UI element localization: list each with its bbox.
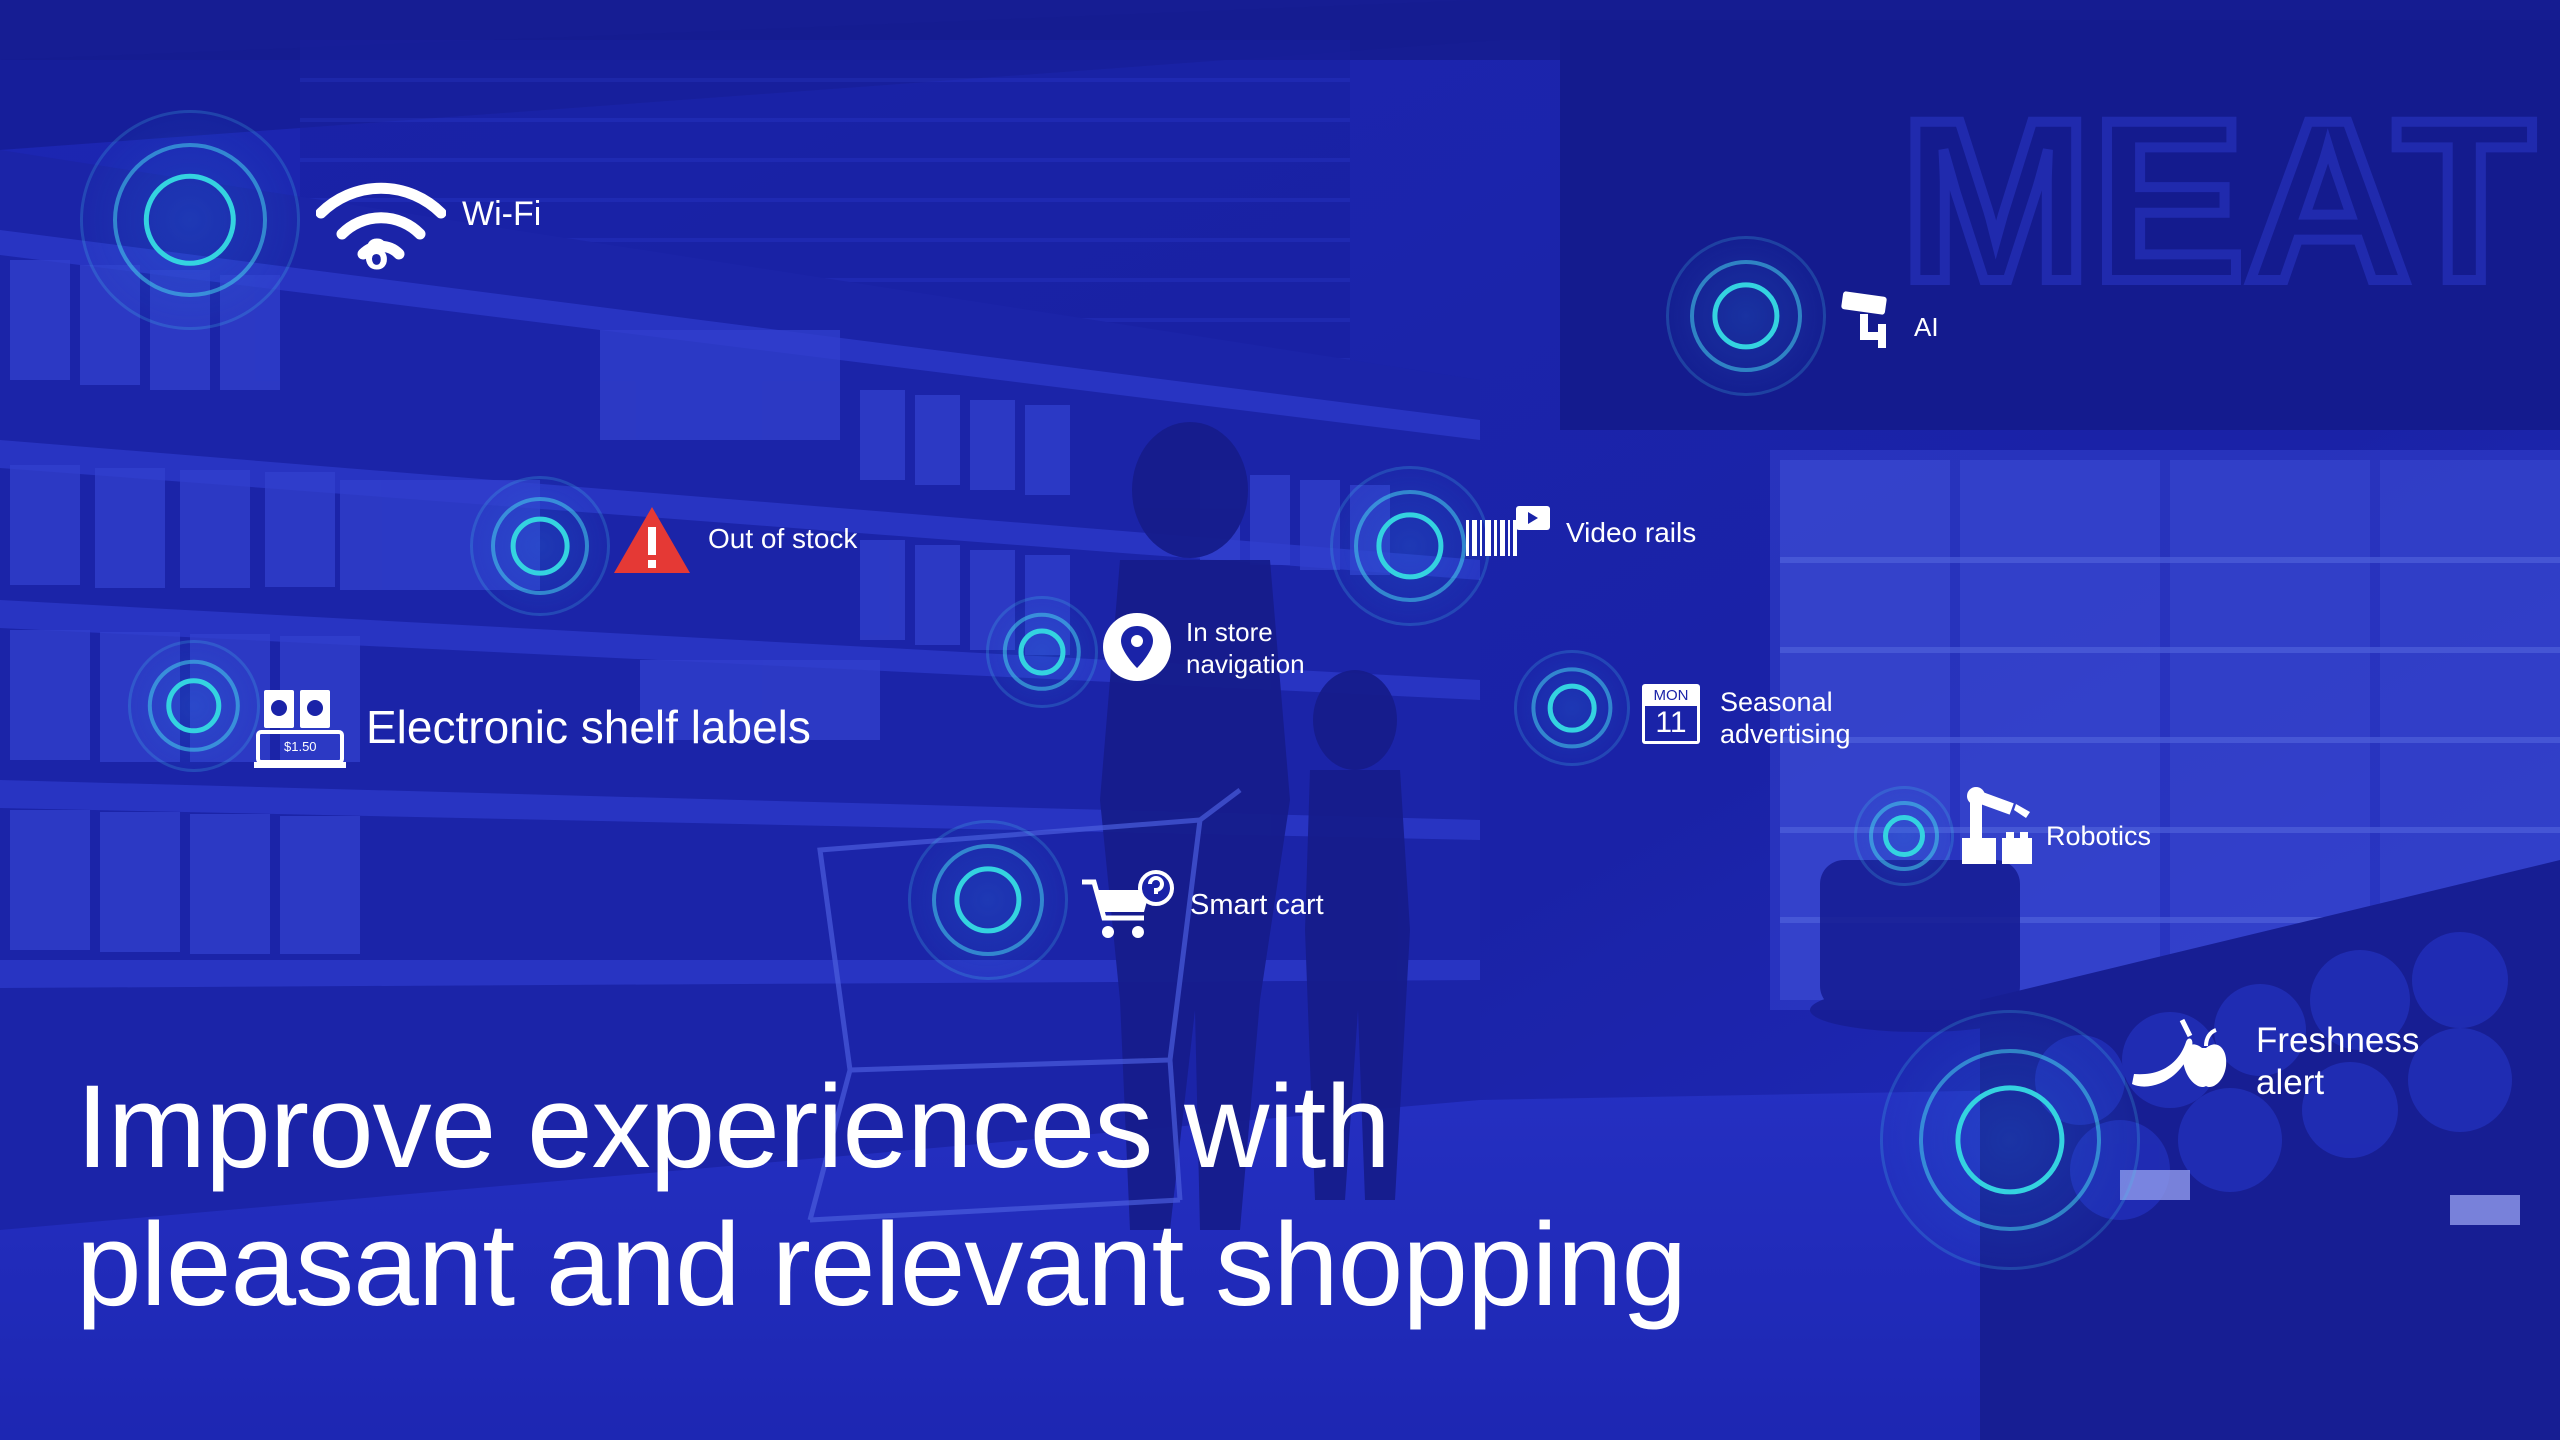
shopping-cart-icon [1080,868,1176,944]
freshness-alert-label-line1: Freshness [2256,1021,2420,1060]
fruit-icon [2128,1016,2228,1094]
in-store-navigation-label-line2: navigation [1186,649,1305,679]
robot-arm-icon [1958,782,2038,866]
wifi-6-icon: 6 [315,168,447,279]
seasonal-advertising-label-line2: advertising [1720,719,1851,749]
in-store-navigation-signal-ring [986,596,1098,708]
map-pin-icon [1102,612,1172,682]
shelf-label-icon: $1.50 [254,686,346,770]
headline: Improve experiences with pleasant and re… [76,1058,1687,1334]
seasonal-advertising-label: Seasonal advertising [1720,686,1851,750]
calendar-date: 11 [1655,706,1687,739]
headline-line1: Improve experiences with [76,1061,1391,1193]
calendar-day: MON [1653,687,1689,704]
shelf-label-price: $1.50 [284,739,317,754]
out-of-stock-label: Out of stock [708,523,858,554]
freshness-alert-label-line2: alert [2256,1063,2325,1102]
calendar-icon: MON 11 [1642,684,1700,744]
seasonal-advertising-label-line1: Seasonal [1720,687,1833,717]
smart-cart-signal-ring [908,820,1068,980]
ai-signal-ring [1666,236,1826,396]
barcode-video-icon [1464,504,1554,564]
headline-line2: pleasant and relevant shopping [76,1199,1687,1331]
video-rails-label: Video rails [1566,517,1697,548]
in-store-navigation-label: In store navigation [1186,616,1305,680]
in-store-navigation-label-line1: In store [1186,617,1273,647]
freshness-alert-label: Freshness alert [2256,1020,2419,1104]
smart-cart-label: Smart cart [1190,889,1324,921]
electronic-shelf-labels-label: Electronic shelf labels [366,701,811,753]
wifi-signal-ring [80,110,300,330]
robotics-label: Robotics [2046,821,2152,851]
robotics-signal-ring [1854,786,1954,886]
freshness-alert-signal-ring [1880,1010,2140,1270]
out-of-stock-signal-ring [470,476,610,616]
ai-label: AI [1914,312,1939,342]
wifi-label: Wi-Fi [462,195,542,233]
seasonal-advertising-signal-ring [1514,650,1630,766]
wifi-6-badge: 6 [364,230,389,279]
warning-triangle-icon [612,505,692,575]
security-camera-icon [1838,290,1898,350]
electronic-shelf-labels-signal-ring [128,640,260,772]
